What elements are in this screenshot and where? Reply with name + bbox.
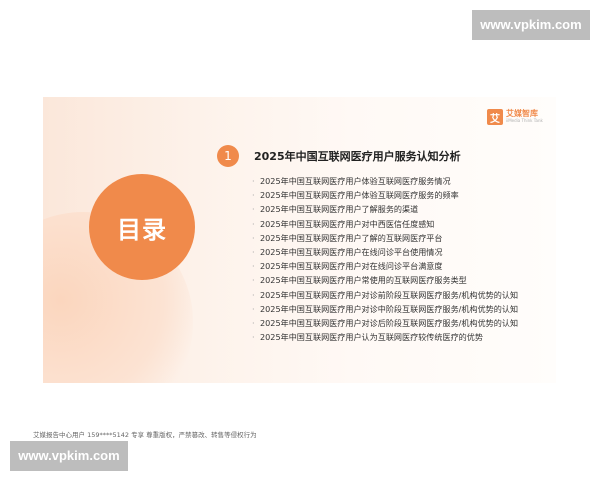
section-title: 2025年中国互联网医疗用户服务认知分析	[254, 150, 461, 163]
copyright-footer: 艾媒报告中心用户 159****5142 专享 尊重版权，严禁篡改、转售等侵权行…	[33, 431, 257, 439]
toc-item-label: 2025年中国互联网医疗用户对诊中阶段互联网医疗服务/机构优势的认知	[260, 303, 519, 314]
toc-item: · 2025年中国互联网医疗用户常使用的互联网医疗服务类型	[252, 273, 518, 287]
toc-item-label: 2025年中国互联网医疗用户对在线问诊平台满意度	[260, 261, 443, 272]
bullet-icon: ·	[252, 232, 255, 243]
toc-item: · 2025年中国互联网医疗用户认为互联网医疗较传统医疗的优势	[252, 330, 518, 344]
brand-name: 艾媒智库	[506, 109, 538, 118]
brand-logo-group: 艾 艾媒智库 iiMedia Think Tank	[487, 109, 543, 129]
section-number-badge: 1	[217, 145, 239, 167]
bullet-icon: ·	[252, 317, 255, 328]
bullet-icon: ·	[252, 332, 255, 343]
toc-item-label: 2025年中国互联网医疗用户了解的互联网医疗平台	[260, 232, 443, 243]
toc-item-label: 2025年中国互联网医疗用户对诊后阶段互联网医疗服务/机构优势的认知	[260, 317, 519, 328]
bullet-icon: ·	[252, 289, 255, 300]
toc-item: · 2025年中国互联网医疗用户对中西医信任度感知	[252, 217, 518, 231]
toc-item-label: 2025年中国互联网医疗用户对中西医信任度感知	[260, 218, 435, 229]
contents-label: 目录	[117, 215, 167, 244]
toc-item: · 2025年中国互联网医疗用户了解的互联网医疗平台	[252, 231, 518, 245]
toc-list: · 2025年中国互联网医疗用户体验互联网医疗服务情况 · 2025年中国互联网医疗…	[252, 174, 518, 344]
toc-item-label: 2025年中国互联网医疗用户体验互联网医疗服务情况	[260, 176, 451, 186]
toc-item: · 2025年中国互联网医疗用户了解服务的渠道	[252, 202, 518, 216]
toc-item-label: 2025年中国互联网医疗用户了解服务的渠道	[260, 204, 419, 215]
bullet-icon: ·	[252, 204, 255, 215]
toc-item: · 2025年中国互联网医疗用户体验互联网医疗服务的频率	[252, 188, 518, 202]
bullet-icon: ·	[252, 218, 255, 229]
toc-item: · 2025年中国互联网医疗用户对诊前阶段互联网医疗服务/机构优势的认知	[252, 288, 518, 302]
brand-logo-icon: 艾	[487, 109, 503, 125]
toc-item: · 2025年中国互联网医疗用户体验互联网医疗服务情况	[252, 174, 518, 188]
bullet-icon: ·	[252, 176, 255, 186]
toc-item: · 2025年中国互联网医疗用户对诊后阶段互联网医疗服务/机构优势的认知	[252, 316, 518, 330]
bullet-icon: ·	[252, 261, 255, 272]
contents-circle: 目录	[89, 174, 195, 280]
toc-item: · 2025年中国互联网医疗用户在线问诊平台使用情况	[252, 245, 518, 259]
watermark-top: www.vpkim.com	[472, 10, 590, 40]
contents-slide: 目录 艾 艾媒智库 iiMedia Think Tank 1 2025年中国互联…	[43, 97, 556, 383]
toc-item-label: 2025年中国互联网医疗用户在线问诊平台使用情况	[260, 246, 443, 257]
toc-item: · 2025年中国互联网医疗用户对在线问诊平台满意度	[252, 259, 518, 273]
bullet-icon: ·	[252, 190, 255, 201]
toc-item-label: 2025年中国互联网医疗用户对诊前阶段互联网医疗服务/机构优势的认知	[260, 289, 519, 300]
toc-item: · 2025年中国互联网医疗用户对诊中阶段互联网医疗服务/机构优势的认知	[252, 302, 518, 316]
brand-subtitle: iiMedia Think Tank	[506, 118, 543, 123]
toc-item-label: 2025年中国互联网医疗用户认为互联网医疗较传统医疗的优势	[260, 332, 483, 343]
bullet-icon: ·	[252, 303, 255, 314]
bullet-icon: ·	[252, 275, 255, 286]
toc-item-label: 2025年中国互联网医疗用户常使用的互联网医疗服务类型	[260, 275, 467, 286]
watermark-bottom: www.vpkim.com	[10, 441, 128, 471]
bullet-icon: ·	[252, 246, 255, 257]
toc-item-label: 2025年中国互联网医疗用户体验互联网医疗服务的频率	[260, 190, 459, 201]
